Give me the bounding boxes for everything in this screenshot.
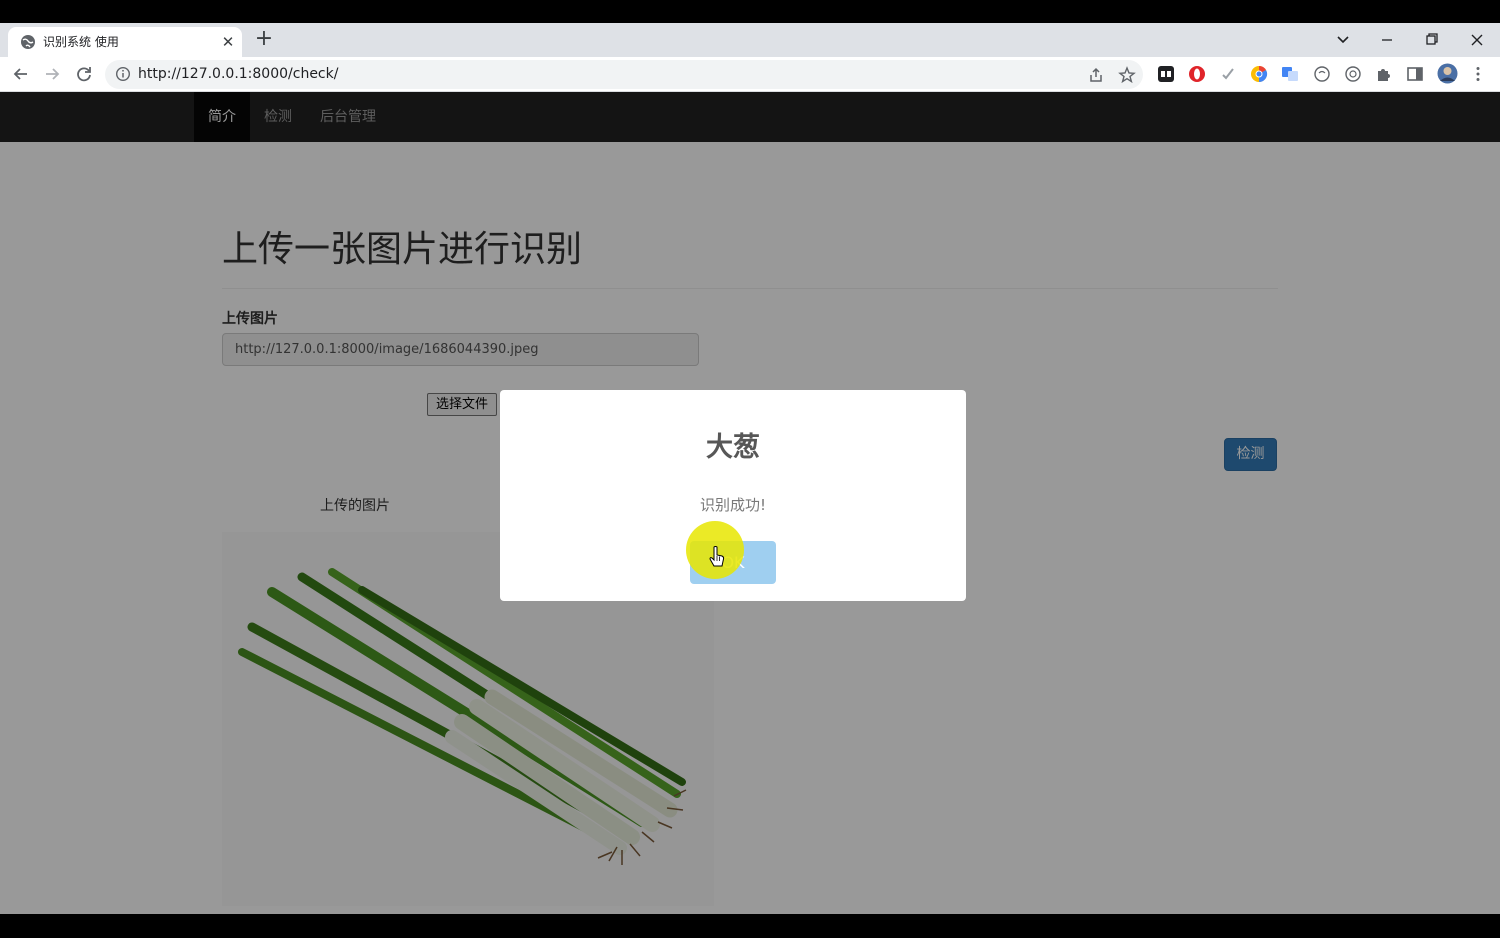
forward-arrow-icon[interactable] bbox=[41, 63, 63, 85]
extension-icon-6[interactable] bbox=[1313, 65, 1331, 83]
web-page: 简介 检测 后台管理 上传一张图片进行识别 上传图片 http://127.0.… bbox=[0, 92, 1500, 914]
globe-icon bbox=[21, 35, 35, 49]
avatar[interactable] bbox=[1437, 63, 1458, 84]
hand-cursor-icon bbox=[709, 546, 725, 567]
puzzle-icon[interactable] bbox=[1375, 65, 1393, 83]
close-tab-icon[interactable]: ✕ bbox=[218, 32, 238, 52]
letterbox-bottom bbox=[0, 914, 1500, 938]
new-tab-button[interactable]: + bbox=[253, 28, 275, 50]
tab-title: 识别系统 使用 bbox=[43, 35, 119, 49]
close-window-icon[interactable] bbox=[1462, 27, 1492, 53]
sidebar-icon[interactable] bbox=[1406, 65, 1424, 83]
menu-icon[interactable] bbox=[1469, 65, 1487, 83]
result-title: 大葱 bbox=[706, 432, 760, 463]
modal-backdrop[interactable]: 大葱 识别成功! OK bbox=[0, 92, 1500, 914]
browser-toolbar: http://127.0.0.1:8000/check/ bbox=[0, 57, 1500, 92]
tab-search-icon[interactable] bbox=[1328, 27, 1358, 53]
translate-icon[interactable] bbox=[1281, 65, 1299, 83]
address-bar-url: http://127.0.0.1:8000/check/ bbox=[138, 66, 339, 82]
extension-icon-3[interactable] bbox=[1219, 65, 1237, 83]
letterbox-top bbox=[0, 0, 1500, 23]
share-icon[interactable] bbox=[1087, 66, 1105, 84]
site-info-icon[interactable] bbox=[115, 66, 131, 82]
result-dialog: 大葱 识别成功! OK bbox=[500, 390, 966, 601]
extension-icon-7[interactable] bbox=[1344, 65, 1362, 83]
restore-icon[interactable] bbox=[1417, 27, 1447, 53]
chrome-icon[interactable] bbox=[1250, 65, 1268, 83]
opera-icon[interactable] bbox=[1188, 65, 1206, 83]
reload-icon[interactable] bbox=[73, 63, 95, 85]
minimize-icon[interactable] bbox=[1372, 27, 1402, 53]
result-message: 识别成功! bbox=[699, 496, 766, 514]
back-arrow-icon[interactable] bbox=[10, 63, 32, 85]
browser-tabstrip: 识别系统 使用 ✕ + bbox=[0, 23, 1500, 57]
star-icon[interactable] bbox=[1118, 66, 1136, 84]
extension-icon-1[interactable] bbox=[1157, 65, 1175, 83]
address-bar[interactable]: http://127.0.0.1:8000/check/ bbox=[105, 60, 1143, 89]
browser-tab[interactable]: 识别系统 使用 ✕ bbox=[8, 27, 242, 57]
